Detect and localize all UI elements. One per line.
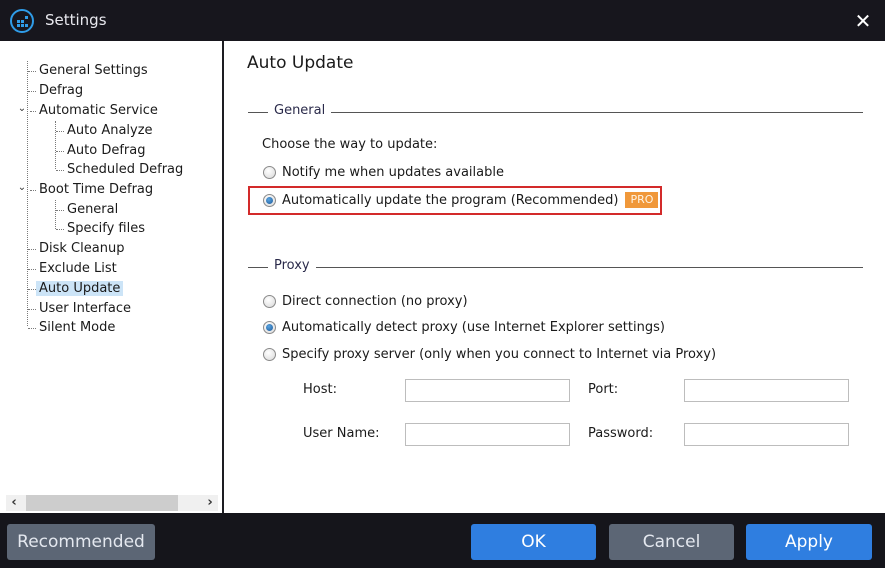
sidebar-item-label: Auto Update bbox=[36, 281, 124, 296]
page-title: Auto Update bbox=[247, 53, 354, 73]
sidebar-item-auto-defrag[interactable]: Auto Defrag bbox=[56, 141, 148, 161]
radio-button[interactable] bbox=[263, 165, 276, 179]
sidebar-item-label: Silent Mode bbox=[39, 320, 116, 335]
sidebar-item-label: Disk Cleanup bbox=[39, 241, 125, 256]
sidebar-item-label: User Interface bbox=[39, 301, 131, 316]
radio-label: Specify proxy server (only when you conn… bbox=[282, 346, 717, 362]
tree-connector bbox=[28, 289, 36, 290]
footer-bar: Recommended OK Cancel Apply bbox=[0, 513, 885, 568]
sidebar-item-label: Automatic Service bbox=[39, 103, 158, 118]
sidebar-item-label: Exclude List bbox=[39, 261, 117, 276]
port-label: Port: bbox=[588, 382, 619, 397]
radio-auto-update[interactable]: Automatically update the program (Recomm… bbox=[263, 191, 659, 209]
sidebar-item-auto-update[interactable]: Auto Update bbox=[28, 279, 124, 299]
host-label: Host: bbox=[303, 382, 337, 397]
radio-direct-connection[interactable]: Direct connection (no proxy) bbox=[263, 292, 468, 310]
auto-update-panel: Auto Update General Choose the way to up… bbox=[226, 41, 885, 513]
settings-tree-panel: General Settings Defrag ⌄ Automatic Serv… bbox=[0, 41, 224, 513]
sidebar-item-automatic-service[interactable]: Automatic Service bbox=[28, 101, 161, 121]
scrollbar-thumb[interactable] bbox=[26, 495, 178, 511]
sidebar-item-scheduled-defrag[interactable]: Scheduled Defrag bbox=[56, 160, 186, 180]
proxy-group-label: Proxy bbox=[268, 258, 316, 273]
sidebar-item-auto-analyze[interactable]: Auto Analyze bbox=[56, 121, 156, 141]
tree-connector bbox=[56, 151, 64, 152]
close-icon[interactable]: ✕ bbox=[852, 10, 874, 32]
port-input[interactable] bbox=[684, 379, 849, 402]
sidebar-item-disk-cleanup[interactable]: Disk Cleanup bbox=[28, 239, 127, 259]
password-label: Password: bbox=[588, 426, 654, 441]
cancel-button[interactable]: Cancel bbox=[609, 524, 734, 560]
scroll-left-icon[interactable]: ‹ bbox=[6, 495, 22, 511]
radio-button-checked[interactable] bbox=[263, 320, 276, 334]
horizontal-scrollbar[interactable]: ‹ › bbox=[6, 495, 218, 511]
radio-specify-proxy[interactable]: Specify proxy server (only when you conn… bbox=[263, 345, 716, 363]
settings-body: General Settings Defrag ⌄ Automatic Serv… bbox=[0, 41, 885, 513]
radio-label: Direct connection (no proxy) bbox=[282, 293, 468, 309]
tree-connector bbox=[30, 111, 36, 112]
sidebar-item-exclude-list[interactable]: Exclude List bbox=[28, 259, 120, 279]
radio-label: Automatically update the program (Recomm… bbox=[282, 192, 619, 208]
sidebar-item-label: Defrag bbox=[39, 83, 84, 98]
tree-connector bbox=[28, 249, 36, 250]
sidebar-item-label: Auto Analyze bbox=[67, 123, 153, 138]
sidebar-item-label: Boot Time Defrag bbox=[39, 182, 154, 197]
tree-connector bbox=[30, 190, 36, 191]
sidebar-item-label: Auto Defrag bbox=[67, 143, 146, 158]
window-title: Settings bbox=[45, 11, 107, 29]
sidebar-item-label: General bbox=[67, 202, 119, 217]
sidebar-item-user-interface[interactable]: User Interface bbox=[28, 299, 134, 319]
sidebar-item-label: General Settings bbox=[39, 63, 148, 78]
sidebar-item-label: Scheduled Defrag bbox=[67, 162, 184, 177]
tree-connector bbox=[56, 170, 64, 171]
tree-connector bbox=[28, 309, 36, 310]
host-input[interactable] bbox=[405, 379, 570, 402]
tree-connector bbox=[28, 328, 36, 329]
tree-connector bbox=[28, 71, 36, 72]
sidebar-item-boot-general[interactable]: General bbox=[56, 200, 121, 220]
ok-button[interactable]: OK bbox=[471, 524, 596, 560]
username-input[interactable] bbox=[405, 423, 570, 446]
radio-label: Notify me when updates available bbox=[282, 164, 504, 180]
group-divider bbox=[248, 112, 863, 113]
radio-button[interactable] bbox=[263, 347, 276, 361]
sidebar-item-boot-time-defrag[interactable]: Boot Time Defrag bbox=[28, 180, 156, 200]
title-bar: Settings ✕ bbox=[0, 0, 885, 41]
tree-connector bbox=[56, 131, 64, 132]
chevron-down-icon[interactable]: ⌄ bbox=[16, 99, 28, 119]
group-divider bbox=[248, 267, 863, 268]
radio-label: Automatically detect proxy (use Internet… bbox=[282, 319, 665, 335]
tree-connector bbox=[28, 91, 36, 92]
sidebar-item-label: Specify files bbox=[67, 221, 146, 236]
sidebar-item-specify-files[interactable]: Specify files bbox=[56, 219, 148, 239]
tree-connector bbox=[56, 210, 64, 211]
app-logo-icon bbox=[10, 9, 34, 33]
radio-button[interactable] bbox=[263, 294, 276, 308]
recommended-button[interactable]: Recommended bbox=[7, 524, 155, 560]
apply-button[interactable]: Apply bbox=[746, 524, 872, 560]
radio-notify-updates[interactable]: Notify me when updates available bbox=[263, 163, 504, 181]
chevron-down-icon[interactable]: ⌄ bbox=[16, 178, 28, 198]
radio-button-checked[interactable] bbox=[263, 193, 276, 207]
tree-connector bbox=[56, 229, 64, 230]
scroll-right-icon[interactable]: › bbox=[202, 495, 218, 511]
sidebar-item-defrag[interactable]: Defrag bbox=[28, 81, 86, 101]
username-label: User Name: bbox=[303, 426, 380, 441]
general-group-label: General bbox=[268, 103, 332, 118]
update-method-prompt: Choose the way to update: bbox=[262, 137, 438, 152]
password-input[interactable] bbox=[684, 423, 849, 446]
tree-connector bbox=[28, 269, 36, 270]
pro-badge: PRO bbox=[625, 192, 659, 208]
sidebar-item-silent-mode[interactable]: Silent Mode bbox=[28, 318, 118, 338]
sidebar-item-general-settings[interactable]: General Settings bbox=[28, 61, 151, 81]
radio-auto-detect-proxy[interactable]: Automatically detect proxy (use Internet… bbox=[263, 318, 665, 336]
